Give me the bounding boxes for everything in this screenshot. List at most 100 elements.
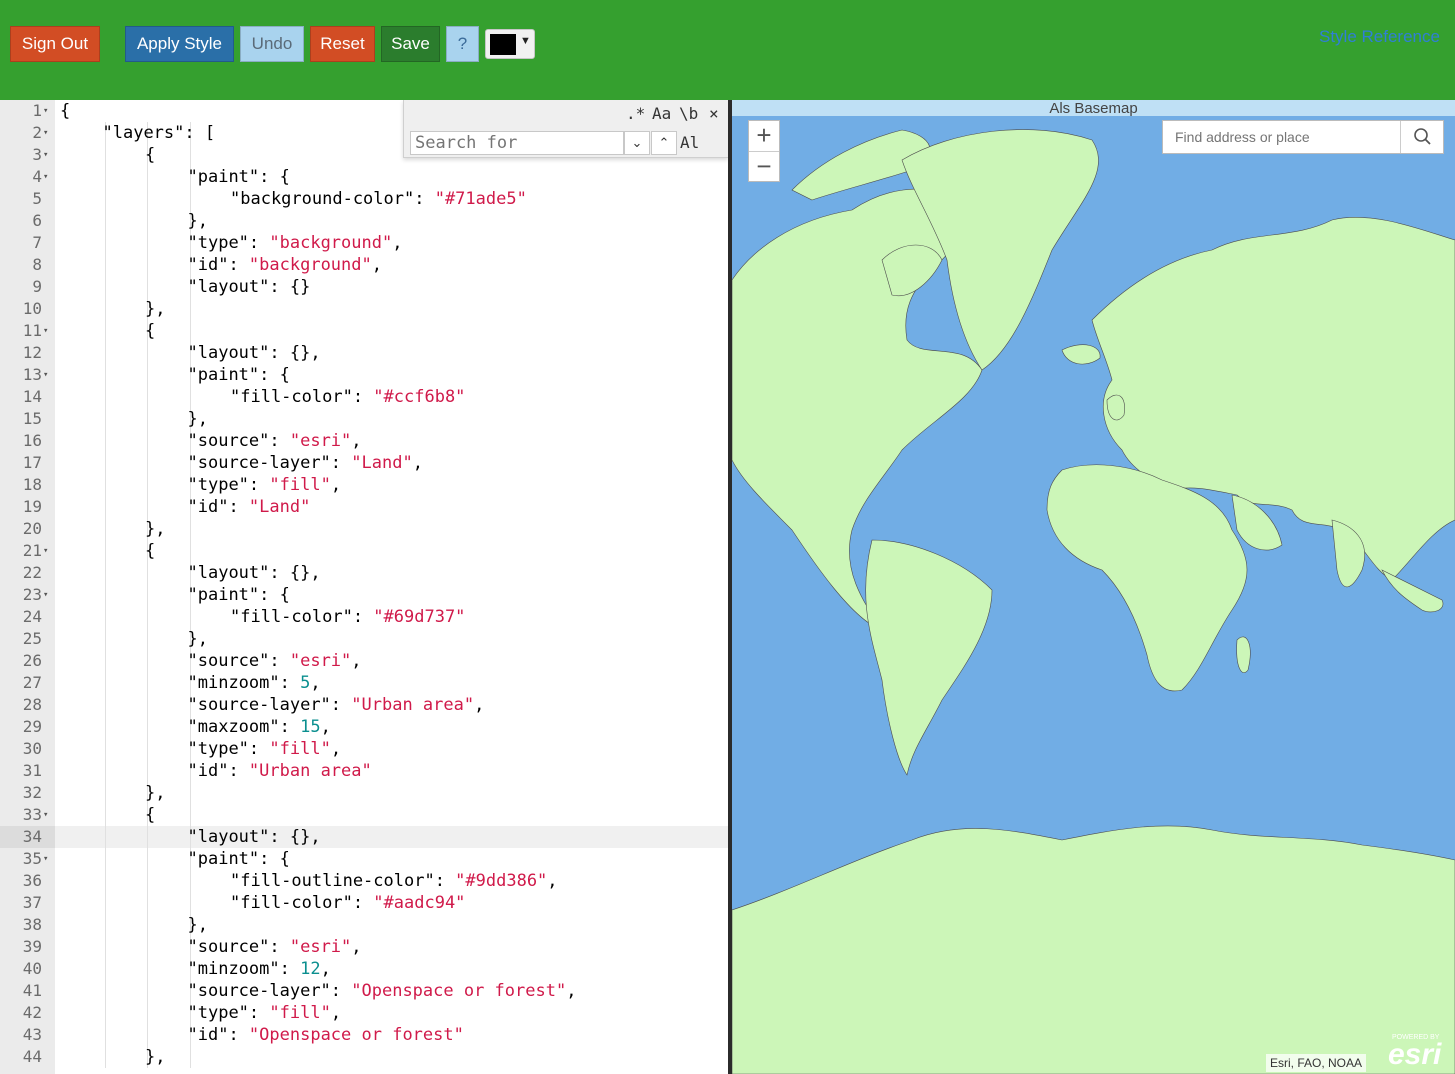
fold-arrow-icon[interactable]: ▾ xyxy=(43,848,48,870)
code-line[interactable]: 26 "source": "esri", xyxy=(0,650,728,672)
code-line[interactable]: 27 "minzoom": 5, xyxy=(0,672,728,694)
code-line[interactable]: 42 "type": "fill", xyxy=(0,1002,728,1024)
code-line[interactable]: 37 "fill-color": "#aadc94" xyxy=(0,892,728,914)
code-line[interactable]: 38}, xyxy=(0,914,728,936)
code-line[interactable]: 30 "type": "fill", xyxy=(0,738,728,760)
save-button[interactable]: Save xyxy=(381,26,440,62)
fold-arrow-icon[interactable]: ▾ xyxy=(43,364,48,386)
code-text: "layers": [ xyxy=(103,122,216,144)
code-line[interactable]: 29 "maxzoom": 15, xyxy=(0,716,728,738)
code-line[interactable]: 17 "source-layer": "Land", xyxy=(0,452,728,474)
string-token: "background" xyxy=(248,255,372,275)
find-all-button[interactable]: Al xyxy=(680,131,708,155)
code-line[interactable]: 33 ▾ { xyxy=(0,804,728,826)
close-icon[interactable]: × xyxy=(709,104,719,123)
string-token: "#ccf6b8" xyxy=(373,387,466,407)
line-number: 41 xyxy=(22,981,42,1000)
code-line[interactable]: 6}, xyxy=(0,210,728,232)
code-line[interactable]: 23 ▾ "paint": { xyxy=(0,584,728,606)
code-line[interactable]: 43 "id": "Openspace or forest" xyxy=(0,1024,728,1046)
code-line[interactable]: 13 ▾ "paint": { xyxy=(0,364,728,386)
code-text: "fill-color": "#69d737" xyxy=(230,606,465,628)
fold-arrow-icon[interactable]: ▾ xyxy=(43,122,48,144)
code-text: "layout": {}, xyxy=(188,342,321,364)
zoom-out-button[interactable]: − xyxy=(749,151,779,181)
whole-word-toggle[interactable]: \b xyxy=(679,104,698,123)
south-america xyxy=(865,539,993,776)
code-token: "layout": {}, xyxy=(187,343,321,363)
code-line[interactable]: 24 "fill-color": "#69d737" xyxy=(0,606,728,628)
code-line[interactable]: 18 "type": "fill", xyxy=(0,474,728,496)
code-line[interactable]: 44}, xyxy=(0,1046,728,1068)
line-number: 26 xyxy=(22,651,42,670)
code-token: "id": xyxy=(187,1025,249,1045)
code-line[interactable]: 31 "id": "Urban area" xyxy=(0,760,728,782)
code-token: "paint": { xyxy=(187,365,290,385)
search-button[interactable] xyxy=(1400,121,1444,153)
code-line[interactable]: 34 "layout": {}, xyxy=(0,826,728,848)
fold-arrow-icon[interactable]: ▾ xyxy=(43,166,48,188)
line-number: 25 xyxy=(22,629,42,648)
code-line[interactable]: 28 "source-layer": "Urban area", xyxy=(0,694,728,716)
fold-arrow-icon[interactable]: ▾ xyxy=(43,584,48,606)
code-line[interactable]: 19 "id": "Land" xyxy=(0,496,728,518)
code-editor[interactable]: 1 ▾{2 ▾ "layers": [3 ▾{4 ▾ "paint": {5 "backgro… xyxy=(0,100,728,1074)
code-line[interactable]: 20}, xyxy=(0,518,728,540)
fold-arrow-icon[interactable]: ▾ xyxy=(43,540,48,562)
fold-arrow-icon[interactable]: ▾ xyxy=(43,804,48,826)
case-sensitive-toggle[interactable]: Aa xyxy=(652,104,671,123)
code-line[interactable]: 8 "id": "background", xyxy=(0,254,728,276)
fold-arrow-icon[interactable]: ▾ xyxy=(43,320,48,342)
color-picker[interactable]: ▼ xyxy=(485,29,535,59)
code-token: { xyxy=(60,101,71,121)
code-line[interactable]: 39 "source": "esri", xyxy=(0,936,728,958)
help-button[interactable]: ? xyxy=(446,26,479,62)
fold-arrow-icon[interactable]: ▾ xyxy=(43,100,48,122)
code-line[interactable]: 10}, xyxy=(0,298,728,320)
code-line[interactable]: 9 "layout": {} xyxy=(0,276,728,298)
code-text: "fill-color": "#ccf6b8" xyxy=(230,386,465,408)
find-input[interactable] xyxy=(410,131,624,155)
code-line[interactable]: 7 "type": "background", xyxy=(0,232,728,254)
code-line[interactable]: 21 ▾ { xyxy=(0,540,728,562)
code-line[interactable]: 22 "layout": {}, xyxy=(0,562,728,584)
line-number: 44 xyxy=(22,1047,42,1066)
zoom-in-button[interactable]: + xyxy=(749,121,779,151)
code-line[interactable]: 14 "fill-color": "#ccf6b8" xyxy=(0,386,728,408)
code-line[interactable]: 25}, xyxy=(0,628,728,650)
apply-style-button[interactable]: Apply Style xyxy=(125,26,234,62)
string-token: "fill" xyxy=(269,739,331,759)
reset-button[interactable]: Reset xyxy=(310,26,375,62)
address-search-input[interactable] xyxy=(1163,121,1400,153)
code-text: "fill-color": "#aadc94" xyxy=(230,892,465,914)
regex-toggle[interactable]: .* xyxy=(626,104,645,123)
line-number: 20 xyxy=(22,519,42,538)
style-reference-link[interactable]: Style Reference xyxy=(1319,27,1440,47)
code-line[interactable]: 5 "background-color": "#71ade5" xyxy=(0,188,728,210)
code-line[interactable]: 36 "fill-outline-color": "#9dd386", xyxy=(0,870,728,892)
code-line[interactable]: 11 ▾ { xyxy=(0,320,728,342)
sign-out-button[interactable]: Sign Out xyxy=(10,26,100,62)
code-line[interactable]: 4 ▾ "paint": { xyxy=(0,166,728,188)
line-number: 5 xyxy=(32,189,42,208)
code-token: }, xyxy=(145,783,166,803)
line-number: 21 xyxy=(22,541,42,560)
find-previous-icon[interactable]: ⌃ xyxy=(651,131,677,155)
code-line[interactable]: 32}, xyxy=(0,782,728,804)
code-token: , xyxy=(547,871,558,891)
code-line[interactable]: 12 "layout": {}, xyxy=(0,342,728,364)
map-view[interactable]: Als Basemap + − Esri, FAO, NOAA POWERED … xyxy=(732,100,1455,1074)
fold-arrow-icon[interactable]: ▾ xyxy=(43,144,48,166)
code-token: "fill-color": xyxy=(230,387,374,407)
code-token: , xyxy=(330,475,342,495)
code-line[interactable]: 40 "minzoom": 12, xyxy=(0,958,728,980)
undo-button[interactable]: Undo xyxy=(240,26,304,62)
string-token: "esri" xyxy=(289,431,352,451)
code-line[interactable]: 35 ▾ "paint": { xyxy=(0,848,728,870)
code-token: "layout": {} xyxy=(187,277,311,297)
find-next-icon[interactable]: ⌄ xyxy=(624,131,650,155)
code-line[interactable]: 16 "source": "esri", xyxy=(0,430,728,452)
code-line[interactable]: 41 "source-layer": "Openspace or forest", xyxy=(0,980,728,1002)
code-line[interactable]: 15}, xyxy=(0,408,728,430)
number-token: 5 xyxy=(300,673,311,693)
